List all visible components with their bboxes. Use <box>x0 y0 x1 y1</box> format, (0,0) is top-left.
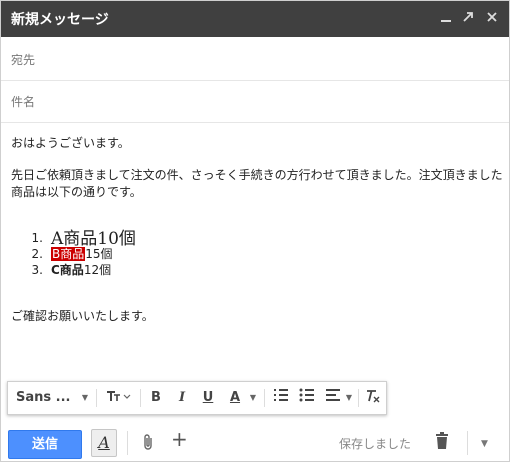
align-icon[interactable] <box>322 388 344 408</box>
message-body[interactable]: おはようございます。 先日ご依頼頂きまして注文の件、さっそく手続きの方行わせて頂… <box>11 135 503 325</box>
to-field[interactable]: 宛先 <box>1 38 509 81</box>
bulleted-list-icon[interactable] <box>296 388 318 408</box>
chevron-down-icon: ▼ <box>249 393 257 402</box>
underline-button[interactable]: U <box>198 388 218 408</box>
more-options-icon[interactable]: + <box>171 429 188 449</box>
font-label: Sans ... <box>16 390 71 405</box>
list-number: 3. <box>31 263 43 277</box>
compose-footer: 送信 A + 保存しました ▼ <box>1 421 509 461</box>
greeting-text: おはようございます。 <box>11 136 130 150</box>
list-number: 2. <box>31 247 43 261</box>
chevron-down-icon[interactable]: ▼ <box>481 435 488 453</box>
popout-icon[interactable] <box>459 9 477 27</box>
paragraph-line-2: 商品は以下の通りです。 <box>11 185 142 199</box>
chevron-down-icon: ▼ <box>81 393 89 402</box>
divider <box>264 389 265 407</box>
minimize-icon[interactable] <box>437 9 455 27</box>
numbered-list-icon[interactable] <box>270 388 292 408</box>
compose-window: 新規メッセージ 宛先 件名 おはようございます。 先日ご依頼頂きまして注文の件、… <box>0 0 510 462</box>
formatting-toolbar: Sans ... ▼ B I U A ▼ ▼ <box>7 381 387 415</box>
window-title: 新規メッセージ <box>11 12 109 28</box>
text-color-button[interactable]: A <box>224 388 246 408</box>
list-number: 1. <box>31 231 43 245</box>
item-name-highlighted: B商品 <box>51 247 86 261</box>
chevron-down-icon: ▼ <box>345 393 353 402</box>
list-item: 3. C商品12個 <box>11 262 503 278</box>
divider <box>358 389 359 407</box>
divider <box>96 389 97 407</box>
closing-text: ご確認お願いいたします。 <box>11 309 154 323</box>
bold-button[interactable]: B <box>146 388 166 408</box>
divider <box>467 431 468 455</box>
list-item: 1. A商品10個 <box>11 230 503 248</box>
title-bar: 新規メッセージ <box>1 1 509 37</box>
to-placeholder: 宛先 <box>11 53 36 67</box>
close-icon[interactable] <box>483 9 501 27</box>
saved-status: 保存しました <box>339 437 412 451</box>
send-button[interactable]: 送信 <box>8 430 82 459</box>
formatting-options-button[interactable]: A <box>91 429 117 457</box>
divider <box>140 389 141 407</box>
attach-icon[interactable] <box>141 433 155 455</box>
subject-placeholder: 件名 <box>11 95 36 109</box>
subject-field[interactable]: 件名 <box>1 80 509 123</box>
list-item: 2. B商品15個 <box>11 246 503 262</box>
trash-icon[interactable] <box>435 432 449 454</box>
items-list: 1. A商品10個 2. B商品15個 3. C商品12個 <box>11 230 503 278</box>
font-select[interactable]: Sans ... <box>16 388 80 408</box>
item-name-bold: C商品 <box>51 263 84 277</box>
paragraph-line-1: 先日ご依頼頂きまして注文の件、さっそく手続きの方行わせて頂きました。注文頂きまし… <box>11 168 503 182</box>
text-size-icon[interactable] <box>102 388 136 408</box>
item-quantity: 15個 <box>85 247 113 261</box>
italic-button[interactable]: I <box>172 388 192 408</box>
remove-formatting-icon[interactable] <box>362 388 384 408</box>
item-quantity: 12個 <box>83 263 112 277</box>
divider <box>127 431 128 455</box>
